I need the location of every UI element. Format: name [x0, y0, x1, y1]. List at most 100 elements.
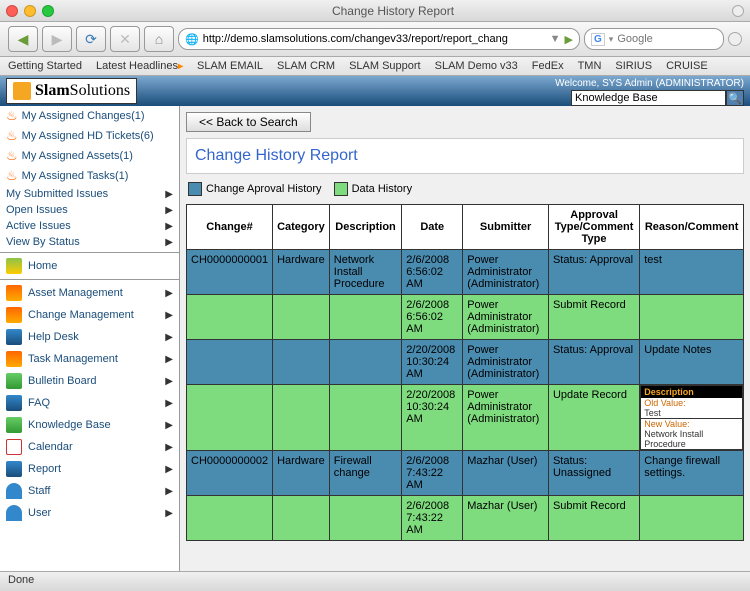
- search-input[interactable]: [617, 33, 717, 45]
- flame-icon: ♨: [6, 168, 18, 184]
- faq-icon: [6, 395, 22, 411]
- chevron-right-icon: ▶: [165, 205, 173, 216]
- forward-button[interactable]: ▶: [42, 26, 72, 52]
- nav-staff[interactable]: Staff▶: [0, 480, 179, 502]
- dropdown-icon[interactable]: ▼: [550, 33, 561, 45]
- reload-button[interactable]: ⟳: [76, 26, 106, 52]
- bookmark-item[interactable]: Getting Started: [8, 60, 82, 72]
- table-cell: Firewall change: [329, 451, 402, 496]
- url-input[interactable]: [203, 33, 546, 45]
- nav-task-management[interactable]: Task Management▶: [0, 348, 179, 370]
- flame-icon: ♨: [6, 128, 18, 144]
- sidebar-filter-active[interactable]: Active Issues▶: [0, 218, 179, 234]
- bookmark-item[interactable]: SLAM EMAIL: [197, 60, 263, 72]
- table-cell: [329, 496, 402, 541]
- home-button[interactable]: ⌂: [144, 26, 174, 52]
- table-cell: [329, 340, 402, 385]
- bookmark-item[interactable]: Latest Headlines▸: [96, 60, 183, 72]
- tooltip-old-label: Old Value:: [641, 398, 742, 408]
- nav-help-desk[interactable]: Help Desk▶: [0, 326, 179, 348]
- legend-swatch-data: [334, 182, 348, 196]
- table-cell: Submit Record: [548, 496, 639, 541]
- app-body: ♨My Assigned Changes(1) ♨My Assigned HD …: [0, 106, 750, 571]
- report-table: Change# Category Description Date Submit…: [186, 204, 744, 541]
- window-pill[interactable]: [732, 5, 744, 17]
- table-cell: [329, 295, 402, 340]
- nav-change-management[interactable]: Change Management▶: [0, 304, 179, 326]
- nav-calendar[interactable]: Calendar▶: [0, 436, 179, 458]
- table-row[interactable]: 2/20/2008 10:30:24 AMPower Administrator…: [187, 340, 744, 385]
- back-button[interactable]: ◀: [8, 26, 38, 52]
- bookmark-item[interactable]: SLAM CRM: [277, 60, 335, 72]
- table-cell: Update Notes: [640, 340, 744, 385]
- table-row[interactable]: CH0000000002HardwareFirewall change2/6/2…: [187, 451, 744, 496]
- tooltip-old-value: Test: [641, 408, 742, 419]
- col-description: Description: [329, 205, 402, 250]
- close-button[interactable]: [6, 5, 18, 17]
- sidebar-filter-status[interactable]: View By Status▶: [0, 234, 179, 250]
- table-cell: Status: Unassigned: [548, 451, 639, 496]
- table-cell: Submit Record: [548, 295, 639, 340]
- col-approval-type: Approval Type/Comment Type: [548, 205, 639, 250]
- nav-asset-management[interactable]: Asset Management▶: [0, 282, 179, 304]
- browser-search[interactable]: G ▾: [584, 28, 724, 50]
- table-row[interactable]: 2/6/2008 7:43:22 AMMazhar (User)Submit R…: [187, 496, 744, 541]
- legend: Change Aproval History Data History: [180, 174, 750, 204]
- bookmark-item[interactable]: FedEx: [532, 60, 564, 72]
- table-cell: [273, 295, 330, 340]
- table-header-row: Change# Category Description Date Submit…: [187, 205, 744, 250]
- nav-user[interactable]: User▶: [0, 502, 179, 524]
- bookmark-item[interactable]: SLAM Demo v33: [435, 60, 518, 72]
- app-logo[interactable]: SlamSolutions: [6, 78, 137, 104]
- bookmark-item[interactable]: TMN: [578, 60, 602, 72]
- kb-search-button[interactable]: 🔍: [726, 90, 744, 106]
- table-cell: Hardware: [273, 451, 330, 496]
- sidebar-filter-open[interactable]: Open Issues▶: [0, 202, 179, 218]
- tasks-icon: [6, 351, 22, 367]
- table-cell: 2/20/2008 10:30:24 AM: [402, 385, 463, 451]
- window-controls: [6, 5, 54, 17]
- user-icon: [6, 505, 22, 521]
- nav-bulletin[interactable]: Bulletin Board▶: [0, 370, 179, 392]
- nav-home[interactable]: Home: [0, 255, 179, 277]
- table-cell: Hardware: [273, 250, 330, 295]
- nav-faq[interactable]: FAQ▶: [0, 392, 179, 414]
- table-cell: [640, 496, 744, 541]
- table-row[interactable]: CH0000000001HardwareNetwork Install Proc…: [187, 250, 744, 295]
- chevron-right-icon: ▶: [165, 508, 173, 519]
- back-to-search-button[interactable]: << Back to Search: [186, 112, 311, 132]
- sidebar-assigned-tasks[interactable]: ♨My Assigned Tasks(1): [0, 166, 179, 186]
- nav-kb[interactable]: Knowledge Base▶: [0, 414, 179, 436]
- table-cell: CH0000000001: [187, 250, 273, 295]
- window-title: Change History Report: [332, 4, 454, 18]
- main-content: << Back to Search Change History Report …: [180, 106, 750, 571]
- search-engine-icon[interactable]: G: [591, 33, 605, 46]
- col-reason: Reason/Comment: [640, 205, 744, 250]
- table-cell: test: [640, 250, 744, 295]
- nav-report[interactable]: Report▶: [0, 458, 179, 480]
- chevron-right-icon: ▶: [165, 398, 173, 409]
- search-icon: 🔍: [728, 92, 742, 105]
- zoom-button[interactable]: [42, 5, 54, 17]
- sidebar-filter-submitted[interactable]: My Submitted Issues▶: [0, 186, 179, 202]
- chevron-right-icon: ▶: [165, 310, 173, 321]
- table-cell: [273, 340, 330, 385]
- bookmark-item[interactable]: SIRIUS: [615, 60, 652, 72]
- stop-button[interactable]: ✕: [110, 26, 140, 52]
- kb-search-input[interactable]: [571, 90, 726, 106]
- go-icon[interactable]: ▶: [565, 33, 573, 46]
- sidebar-assigned-assets[interactable]: ♨My Assigned Assets(1): [0, 146, 179, 166]
- bookmark-item[interactable]: SLAM Support: [349, 60, 421, 72]
- tooltip: DescriptionOld Value:TestNew Value:Netwo…: [640, 385, 743, 450]
- welcome-text: Welcome, SYS Admin (ADMINISTRATOR): [555, 78, 744, 89]
- chevron-right-icon: ▶: [165, 442, 173, 453]
- url-bar[interactable]: 🌐 ▼ ▶: [178, 28, 580, 50]
- chevron-right-icon: ▶: [165, 376, 173, 387]
- table-row[interactable]: 2/20/2008 10:30:24 AMPower Administrator…: [187, 385, 744, 451]
- table-row[interactable]: 2/6/2008 6:56:02 AMPower Administrator (…: [187, 295, 744, 340]
- sidebar-assigned-hd[interactable]: ♨My Assigned HD Tickets(6): [0, 126, 179, 146]
- sidebar-assigned-changes[interactable]: ♨My Assigned Changes(1): [0, 106, 179, 126]
- minimize-button[interactable]: [24, 5, 36, 17]
- chevron-right-icon: ▶: [165, 464, 173, 475]
- bookmark-item[interactable]: CRUISE: [666, 60, 708, 72]
